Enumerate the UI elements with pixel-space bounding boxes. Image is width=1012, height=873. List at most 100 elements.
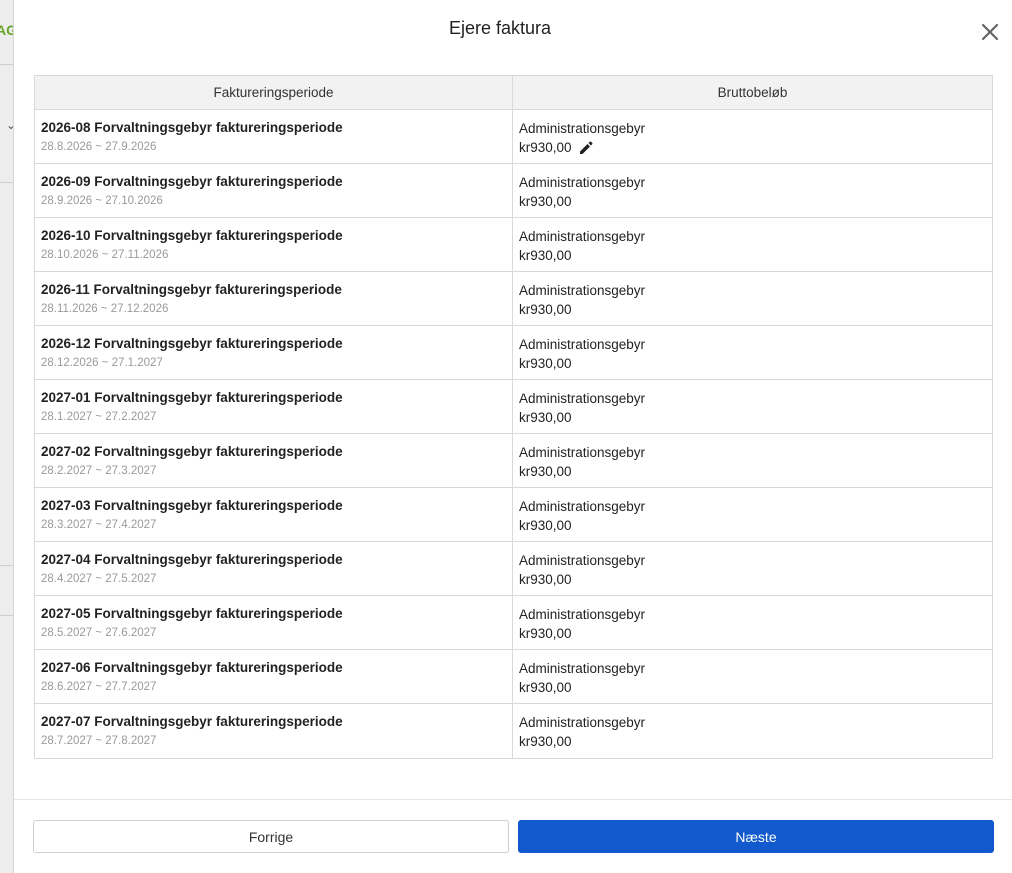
- fee-amount: kr930,00: [519, 302, 572, 317]
- period-cell: 2027-03 Forvaltningsgebyr faktureringspe…: [35, 488, 513, 541]
- divider: [0, 615, 14, 616]
- table-row: 2027-04 Forvaltningsgebyr faktureringspe…: [35, 542, 992, 596]
- amount-cell: Administrationsgebyr kr930,00: [513, 488, 992, 541]
- fee-amount: kr930,00: [519, 464, 572, 479]
- period-title: 2026-11 Forvaltningsgebyr faktureringspe…: [41, 282, 342, 297]
- fee-label: Administrationsgebyr: [519, 229, 646, 244]
- fee-amount-row: kr930,00: [519, 516, 992, 536]
- pencil-icon[interactable]: [578, 140, 594, 156]
- fee-label: Administrationsgebyr: [519, 607, 646, 622]
- period-cell: 2026-11 Forvaltningsgebyr faktureringspe…: [35, 272, 513, 325]
- fee-amount-row: kr930,00: [519, 732, 992, 752]
- period-title: 2026-12 Forvaltningsgebyr faktureringspe…: [41, 336, 343, 351]
- period-cell: 2027-07 Forvaltningsgebyr faktureringspe…: [35, 704, 513, 758]
- period-dates: 28.7.2027 ~ 27.8.2027: [41, 735, 157, 747]
- fee-label: Administrationsgebyr: [519, 661, 646, 676]
- footer-divider: [14, 799, 1012, 800]
- modal-title: Ejere faktura: [448, 18, 552, 38]
- table-row: 2027-03 Forvaltningsgebyr faktureringspe…: [35, 488, 992, 542]
- fee-amount: kr930,00: [519, 572, 572, 587]
- period-title: 2026-09 Forvaltningsgebyr faktureringspe…: [41, 174, 343, 189]
- period-title: 2027-01 Forvaltningsgebyr faktureringspe…: [41, 390, 343, 405]
- period-dates: 28.10.2026 ~ 27.11.2026: [41, 249, 169, 261]
- amount-cell: Administrationsgebyr kr930,00: [513, 542, 992, 595]
- period-cell: 2027-04 Forvaltningsgebyr faktureringspe…: [35, 542, 513, 595]
- fee-label: Administrationsgebyr: [519, 445, 646, 460]
- fee-amount: kr930,00: [519, 248, 572, 263]
- period-title: 2026-10 Forvaltningsgebyr faktureringspe…: [41, 228, 343, 243]
- column-header-amount: Bruttobeløb: [717, 85, 788, 100]
- fee-label: Administrationsgebyr: [519, 283, 646, 298]
- table-row: 2027-01 Forvaltningsgebyr faktureringspe…: [35, 380, 992, 434]
- period-dates: 28.1.2027 ~ 27.2.2027: [41, 411, 157, 423]
- fee-amount: kr930,00: [519, 194, 572, 209]
- period-cell: 2026-09 Forvaltningsgebyr faktureringspe…: [35, 164, 513, 217]
- fee-amount: kr930,00: [519, 518, 572, 533]
- period-dates: 28.6.2027 ~ 27.7.2027: [41, 681, 157, 693]
- fee-label: Administrationsgebyr: [519, 121, 646, 136]
- amount-cell: Administrationsgebyr kr930,00: [513, 704, 992, 758]
- close-icon: [981, 23, 999, 41]
- period-dates: 28.8.2026 ~ 27.9.2026: [41, 141, 157, 153]
- previous-button[interactable]: Forrige: [33, 820, 509, 853]
- table-row: 2026-11 Forvaltningsgebyr faktureringspe…: [35, 272, 992, 326]
- period-cell: 2026-08 Forvaltningsgebyr faktureringspe…: [35, 110, 513, 163]
- period-dates: 28.12.2026 ~ 27.1.2027: [41, 357, 163, 369]
- invoice-modal: Ejere faktura Faktureringsperiode Brutto…: [13, 0, 1012, 873]
- fee-label: Administrationsgebyr: [519, 553, 646, 568]
- table-row: 2026-09 Forvaltningsgebyr faktureringspe…: [35, 164, 992, 218]
- amount-cell: Administrationsgebyr kr930,00: [513, 380, 992, 433]
- fee-amount-row: kr930,00: [519, 300, 992, 320]
- table-header: Faktureringsperiode Bruttobeløb: [35, 76, 992, 110]
- fee-label: Administrationsgebyr: [519, 715, 646, 730]
- period-cell: 2027-05 Forvaltningsgebyr faktureringspe…: [35, 596, 513, 649]
- period-dates: 28.11.2026 ~ 27.12.2026: [41, 303, 169, 315]
- fee-amount-row: kr930,00: [519, 138, 992, 158]
- fee-amount: kr930,00: [519, 626, 572, 641]
- period-title: 2027-02 Forvaltningsgebyr faktureringspe…: [41, 444, 343, 459]
- amount-cell: Administrationsgebyr kr930,00: [513, 164, 992, 217]
- fee-amount-row: kr930,00: [519, 570, 992, 590]
- period-title: 2027-03 Forvaltningsgebyr faktureringspe…: [41, 498, 343, 513]
- period-dates: 28.9.2026 ~ 27.10.2026: [41, 195, 163, 207]
- divider: [0, 64, 14, 65]
- amount-cell: Administrationsgebyr kr930,00: [513, 650, 992, 703]
- period-cell: 2026-10 Forvaltningsgebyr faktureringspe…: [35, 218, 513, 271]
- fee-amount-row: kr930,00: [519, 678, 992, 698]
- period-title: 2027-07 Forvaltningsgebyr faktureringspe…: [41, 714, 343, 729]
- fee-label: Administrationsgebyr: [519, 337, 646, 352]
- fee-amount: kr930,00: [519, 734, 572, 749]
- fee-amount: kr930,00: [519, 680, 572, 695]
- fee-label: Administrationsgebyr: [519, 391, 646, 406]
- column-header-period: Faktureringsperiode: [35, 76, 513, 109]
- fee-amount-row: kr930,00: [519, 462, 992, 482]
- divider: [0, 182, 14, 183]
- table-body: 2026-08 Forvaltningsgebyr faktureringspe…: [35, 110, 992, 758]
- fee-amount-row: kr930,00: [519, 192, 992, 212]
- fee-label: Administrationsgebyr: [519, 175, 646, 190]
- period-dates: 28.2.2027 ~ 27.3.2027: [41, 465, 157, 477]
- period-cell: 2026-12 Forvaltningsgebyr faktureringspe…: [35, 326, 513, 379]
- amount-cell: Administrationsgebyr kr930,00: [513, 434, 992, 487]
- fee-label: Administrationsgebyr: [519, 499, 646, 514]
- background-page: AG ⌄: [0, 0, 17, 873]
- period-dates: 28.3.2027 ~ 27.4.2027: [41, 519, 157, 531]
- fee-amount: kr930,00: [519, 140, 572, 155]
- fee-amount-row: kr930,00: [519, 246, 992, 266]
- period-dates: 28.4.2027 ~ 27.5.2027: [41, 573, 157, 585]
- table-row: 2027-02 Forvaltningsgebyr faktureringspe…: [35, 434, 992, 488]
- amount-cell: Administrationsgebyr kr930,00: [513, 326, 992, 379]
- close-button[interactable]: [976, 18, 1004, 46]
- amount-cell: Administrationsgebyr kr930,00: [513, 110, 992, 163]
- period-title: 2027-04 Forvaltningsgebyr faktureringspe…: [41, 552, 343, 567]
- table-row: 2027-07 Forvaltningsgebyr faktureringspe…: [35, 704, 992, 758]
- amount-cell: Administrationsgebyr kr930,00: [513, 272, 992, 325]
- table-row: 2026-12 Forvaltningsgebyr faktureringspe…: [35, 326, 992, 380]
- next-button[interactable]: Næste: [518, 820, 994, 853]
- amount-cell: Administrationsgebyr kr930,00: [513, 218, 992, 271]
- table-row: 2027-06 Forvaltningsgebyr faktureringspe…: [35, 650, 992, 704]
- fee-amount-row: kr930,00: [519, 624, 992, 644]
- period-dates: 28.5.2027 ~ 27.6.2027: [41, 627, 157, 639]
- period-cell: 2027-01 Forvaltningsgebyr faktureringspe…: [35, 380, 513, 433]
- divider: [0, 565, 14, 566]
